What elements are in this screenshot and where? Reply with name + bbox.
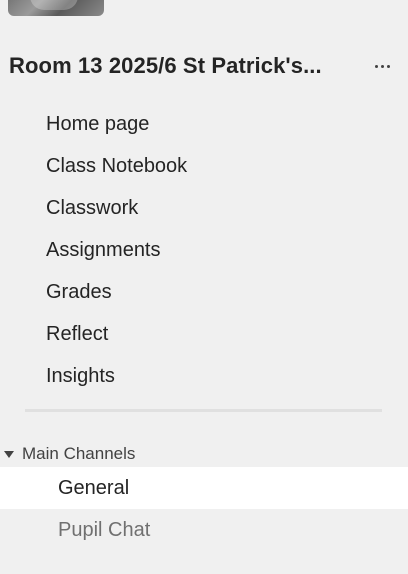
caret-down-icon bbox=[4, 450, 14, 458]
channels-group-header[interactable]: Main Channels bbox=[0, 441, 408, 467]
team-title[interactable]: Room 13 2025/6 St Patrick's... bbox=[9, 53, 322, 79]
team-avatar[interactable] bbox=[8, 0, 104, 16]
channel-list: General Pupil Chat bbox=[0, 467, 408, 551]
nav-item-label: Grades bbox=[46, 280, 112, 303]
channel-item-label: Pupil Chat bbox=[58, 518, 151, 541]
team-nav-list: Home page Class Notebook Classwork Assig… bbox=[0, 103, 408, 397]
channels-group-label: Main Channels bbox=[22, 444, 136, 463]
team-header: Room 13 2025/6 St Patrick's... bbox=[9, 48, 399, 84]
nav-item-classwork[interactable]: Classwork bbox=[0, 187, 408, 229]
nav-item-label: Class Notebook bbox=[46, 154, 188, 177]
nav-item-label: Assignments bbox=[46, 238, 161, 261]
more-options-button[interactable] bbox=[367, 52, 397, 80]
nav-item-class-notebook[interactable]: Class Notebook bbox=[0, 145, 408, 187]
nav-item-reflect[interactable]: Reflect bbox=[0, 313, 408, 355]
channel-item-label: General bbox=[58, 476, 130, 499]
team-avatar-image bbox=[30, 0, 78, 10]
nav-item-label: Insights bbox=[46, 364, 115, 387]
nav-item-assignments[interactable]: Assignments bbox=[0, 229, 408, 271]
channel-item-pupil-chat[interactable]: Pupil Chat bbox=[0, 509, 408, 551]
nav-item-grades[interactable]: Grades bbox=[0, 271, 408, 313]
channel-item-general[interactable]: General bbox=[0, 467, 408, 509]
nav-item-label: Classwork bbox=[46, 196, 139, 219]
nav-item-insights[interactable]: Insights bbox=[0, 355, 408, 397]
nav-item-home-page[interactable]: Home page bbox=[0, 103, 408, 145]
nav-item-label: Reflect bbox=[46, 322, 109, 345]
section-divider bbox=[25, 409, 382, 412]
nav-item-label: Home page bbox=[46, 112, 150, 135]
more-horizontal-icon bbox=[374, 64, 390, 68]
